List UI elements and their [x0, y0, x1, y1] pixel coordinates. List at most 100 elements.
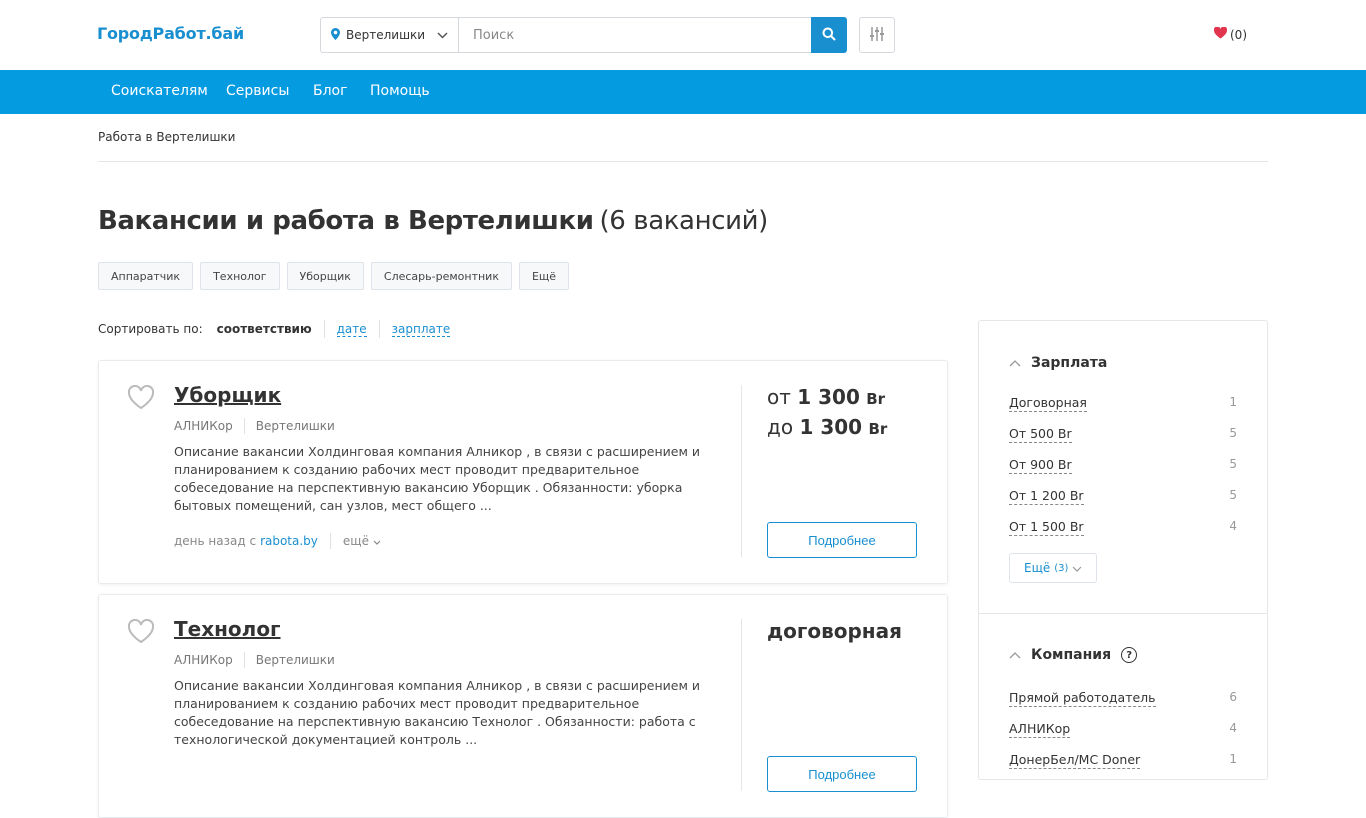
nav-item-blog[interactable]: Блог	[313, 83, 347, 99]
filter-item-label: Прямой работодатель	[1009, 690, 1156, 707]
filter-item-count: 6	[1229, 690, 1237, 704]
tag-technologist[interactable]: Технолог	[200, 262, 280, 290]
page-title: Вакансии и работа в Вертелишки (6 ваканси…	[98, 206, 768, 236]
sort-salary[interactable]: зарплате	[391, 322, 451, 337]
sort-date[interactable]: дате	[336, 322, 367, 337]
heart-outline-icon[interactable]	[127, 618, 155, 648]
tag-apparatchik[interactable]: Аппаратчик	[98, 262, 194, 290]
currency: Br	[866, 390, 886, 408]
search-button[interactable]	[811, 17, 847, 53]
divider	[243, 418, 245, 434]
company-filter-header[interactable]: Компания ?	[1009, 647, 1138, 663]
company-name[interactable]: АЛНИКор	[174, 653, 233, 667]
company-name[interactable]: АЛНИКор	[174, 419, 233, 433]
vacancy-count: (6 вакансий)	[599, 206, 769, 236]
city-name: Вертелишки	[255, 419, 335, 433]
posted-time: день назад с	[174, 534, 257, 548]
chevron-down-icon	[373, 534, 381, 548]
filter-item-label: От 1 200 Br	[1009, 488, 1084, 505]
vacancy-meta: АЛНИКор Вертелишки	[174, 418, 335, 434]
salary: договорная	[767, 619, 902, 643]
salary-to: до 1 300 Br	[767, 413, 887, 443]
divider	[378, 320, 380, 338]
tag-list: Аппаратчик Технолог Уборщик Слесарь-ремо…	[98, 262, 570, 290]
location-select[interactable]: Вертелишки	[320, 17, 458, 53]
filter-item[interactable]: От 1 500 Br 4	[1009, 519, 1237, 536]
more-count: (3)	[1054, 562, 1069, 574]
filter-item[interactable]: От 1 200 Br 5	[1009, 488, 1237, 505]
nav-item-help[interactable]: Помощь	[370, 83, 430, 99]
vacancy-title[interactable]: Уборщик	[174, 383, 281, 407]
filter-item-count: 4	[1229, 519, 1237, 533]
filter-item-count: 4	[1229, 721, 1237, 735]
help-icon[interactable]: ?	[1121, 647, 1138, 663]
details-button[interactable]: Подробнее	[767, 756, 917, 792]
chevron-down-icon	[437, 28, 448, 42]
nav-item-services[interactable]: Сервисы	[226, 83, 289, 99]
site-logo[interactable]: ГородРабот.бай	[97, 24, 244, 43]
heart-outline-icon[interactable]	[127, 384, 155, 414]
filter-item[interactable]: От 500 Br 5	[1009, 426, 1237, 443]
vacancy-title[interactable]: Технолог	[174, 617, 281, 641]
divider	[741, 619, 742, 791]
favorites-link[interactable]: (0)	[1213, 26, 1247, 42]
search-input[interactable]	[458, 17, 811, 53]
more-toggle[interactable]: ещё	[343, 534, 381, 548]
more-toggle-label: ещё	[342, 534, 369, 548]
salary-from: от 1 300 Br	[767, 383, 887, 413]
filter-item[interactable]: Прямой работодатель 6	[1009, 690, 1237, 707]
divider	[329, 533, 331, 549]
details-button[interactable]: Подробнее	[767, 522, 917, 558]
filter-item[interactable]: От 900 Br 5	[1009, 457, 1237, 474]
salary-to-prefix: до	[767, 415, 794, 439]
chevron-up-icon	[1009, 355, 1021, 371]
page-title-text: Вакансии и работа в Вертелишки	[98, 206, 594, 236]
filter-item-label: От 900 Br	[1009, 457, 1072, 474]
sort-label: Сортировать по:	[98, 322, 203, 336]
vacancy-card: Уборщик АЛНИКор Вертелишки Описание вака…	[98, 360, 948, 584]
header: ГородРабот.бай Вертелишки (0)	[0, 0, 1366, 70]
vacancy-description: Описание вакансии Холдинговая компания А…	[174, 678, 701, 747]
tag-cleaner[interactable]: Уборщик	[286, 262, 364, 290]
filter-item[interactable]: АЛНИКор 4	[1009, 721, 1237, 738]
chevron-down-icon	[1072, 561, 1082, 575]
filter-item-count: 1	[1229, 395, 1237, 409]
company-filter-title: Компания	[1031, 647, 1112, 663]
filter-item-label: ДонерБел/MC Doner	[1009, 752, 1141, 769]
currency: Br	[868, 420, 888, 438]
heart-icon	[1213, 26, 1228, 42]
salary: от 1 300 Br до 1 300 Br	[767, 383, 887, 443]
sort-relevance[interactable]: соответствию	[217, 322, 312, 336]
main-nav: Соискателям Сервисы Блог Помощь	[0, 70, 1366, 114]
sliders-icon	[870, 26, 884, 45]
filters-sidebar: Зарплата Договорная 1 От 500 Br 5 От 900 B…	[978, 320, 1268, 780]
filters-button[interactable]	[859, 17, 895, 53]
divider	[741, 385, 742, 557]
breadcrumb[interactable]: Работа в Вертелишки	[98, 130, 235, 144]
tag-more[interactable]: Ещё	[518, 262, 570, 290]
filter-item-label: От 500 Br	[1009, 426, 1072, 443]
divider	[98, 161, 1268, 162]
filter-item-label: Договорная	[1009, 395, 1087, 412]
source-link[interactable]: rabota.by	[260, 534, 318, 548]
city-name: Вертелишки	[255, 653, 335, 667]
salary-from-prefix: от	[767, 385, 791, 409]
search-icon	[822, 27, 836, 44]
more-label: Ещё	[1024, 561, 1051, 575]
salary-more-button[interactable]: Ещё (3)	[1009, 553, 1098, 583]
nav-item-seekers[interactable]: Соискателям	[111, 83, 208, 99]
tag-mechanic[interactable]: Слесарь-ремонтник	[370, 262, 512, 290]
divider	[979, 613, 1267, 614]
filter-item-count: 5	[1229, 488, 1237, 502]
favorites-count: (0)	[1230, 27, 1247, 42]
salary-filter-title: Зарплата	[1031, 355, 1108, 371]
filter-item-count: 5	[1229, 457, 1237, 471]
filter-item[interactable]: ДонерБел/MC Doner 1	[1009, 752, 1237, 769]
filter-item[interactable]: Договорная 1	[1009, 395, 1237, 412]
filter-item-label: От 1 500 Br	[1009, 519, 1084, 536]
vacancy-description: Описание вакансии Холдинговая компания А…	[174, 444, 701, 513]
salary-from-value: 1 300	[797, 385, 860, 409]
salary-filter-header[interactable]: Зарплата	[1009, 355, 1107, 371]
divider	[323, 320, 325, 338]
vacancy-meta: АЛНИКор Вертелишки	[174, 652, 335, 668]
